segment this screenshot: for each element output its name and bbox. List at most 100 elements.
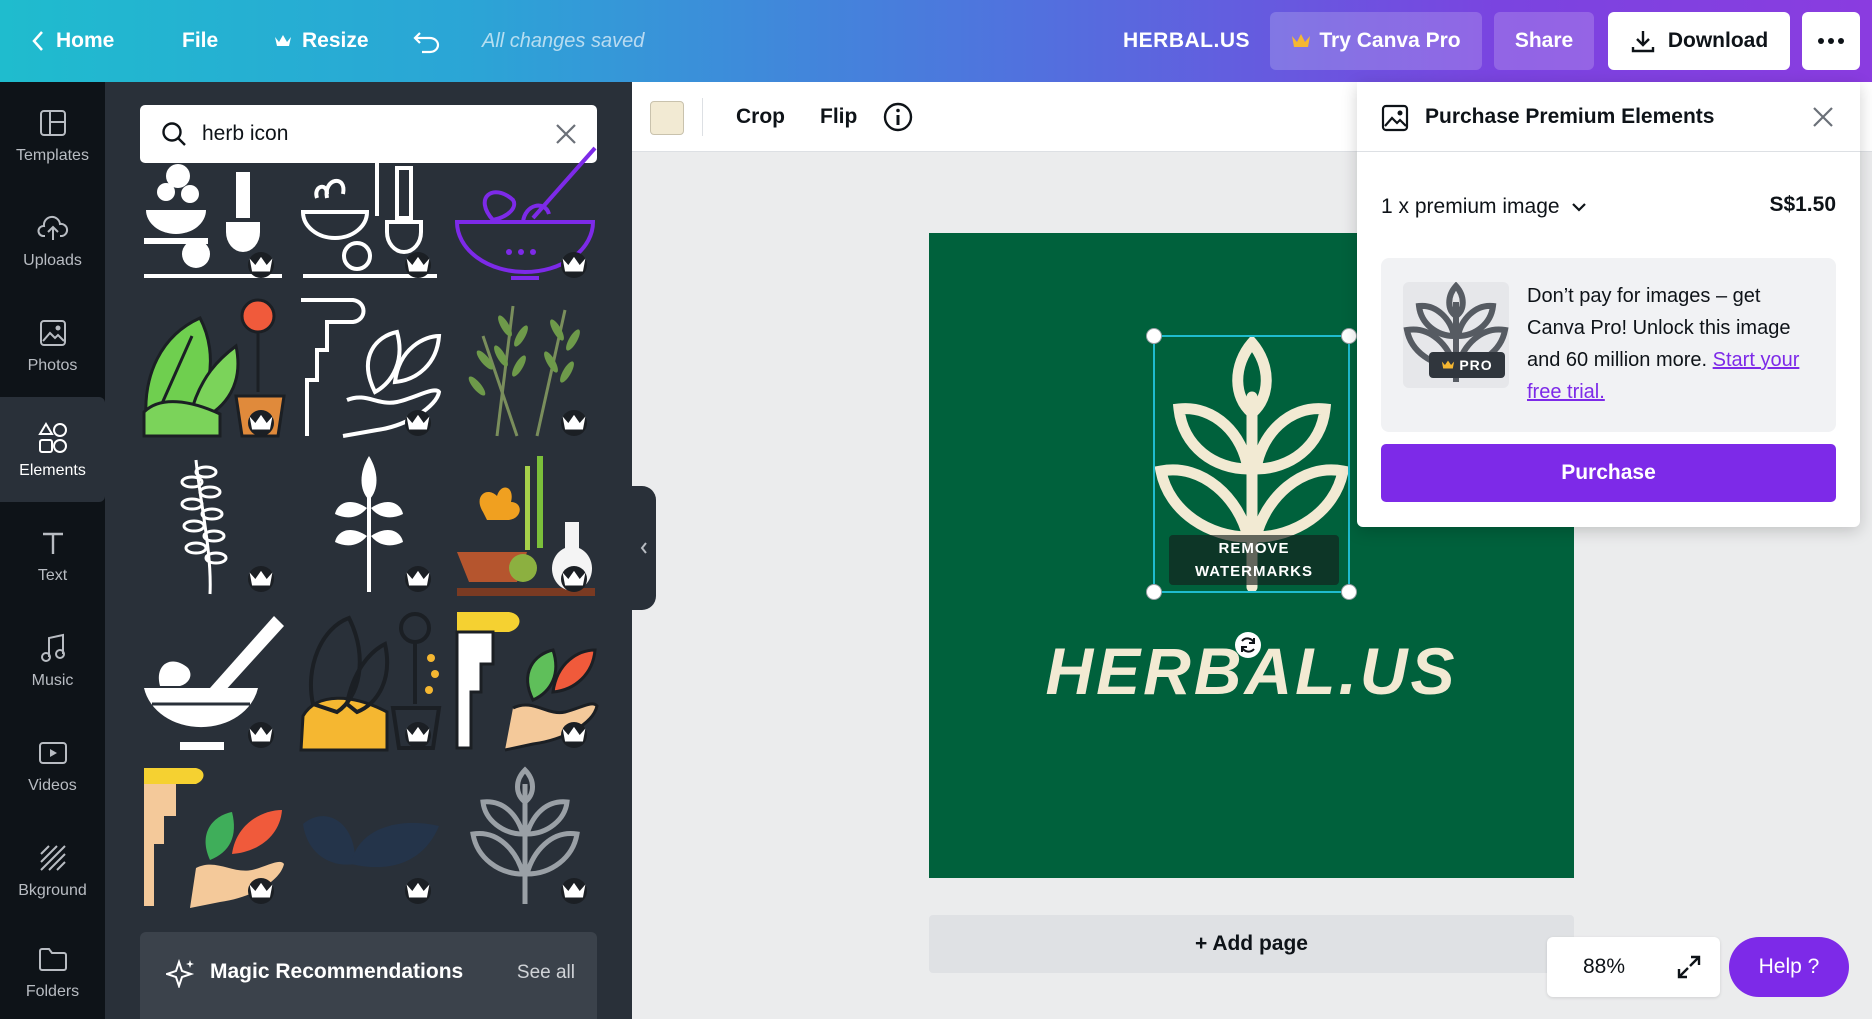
element-herbal-mortar-white[interactable]	[140, 138, 286, 284]
folder-icon	[38, 941, 68, 977]
element-rosemary-green[interactable]	[453, 296, 599, 442]
info-icon	[883, 102, 913, 132]
quantity-label: 1 x premium image	[1381, 195, 1560, 218]
elements-icon	[37, 420, 69, 456]
file-label: File	[182, 29, 219, 52]
close-icon[interactable]	[1812, 106, 1834, 133]
premium-crown-icon	[561, 566, 587, 592]
rail-label: Text	[37, 566, 68, 584]
element-mortar-pestle-white[interactable]	[140, 608, 286, 754]
purchase-popover: Purchase Premium Elements 1 x premium im…	[1357, 82, 1860, 527]
see-all-link[interactable]: See all	[517, 962, 575, 984]
help-button[interactable]: Help ?	[1729, 937, 1849, 997]
premium-crown-icon	[561, 878, 587, 904]
rotate-handle[interactable]	[1235, 632, 1261, 658]
element-herbs-pot-yellow[interactable]	[297, 608, 443, 754]
rail-item-elements[interactable]: Elements	[0, 397, 105, 502]
rail-label: Uploads	[23, 251, 82, 269]
zoom-level[interactable]: 88%	[1547, 937, 1661, 997]
image-icon	[1381, 104, 1409, 137]
element-herb-hand-outline[interactable]	[297, 296, 443, 442]
resize-handle-top-left[interactable]	[1146, 328, 1162, 344]
purchase-button[interactable]: Purchase	[1381, 444, 1836, 502]
premium-crown-icon	[248, 722, 274, 748]
rail-label: Bkground	[18, 881, 87, 899]
popover-header: Purchase Premium Elements	[1357, 82, 1860, 152]
flip-button[interactable]: Flip	[820, 82, 857, 152]
element-leaf-sprig-white[interactable]	[297, 452, 443, 598]
magic-title: Magic Recommendations	[210, 960, 464, 983]
add-page-button[interactable]: + Add page	[929, 915, 1574, 973]
element-herbal-mortar-outline[interactable]	[297, 138, 443, 284]
left-rail: Templates Uploads Photos Elements Text M…	[0, 82, 105, 1019]
premium-crown-icon	[248, 410, 274, 436]
download-icon	[1631, 31, 1655, 53]
rail-label: Folders	[25, 982, 80, 1000]
pro-badge-label: PRO	[1459, 357, 1493, 373]
download-label: Download	[1667, 29, 1769, 52]
fullscreen-icon[interactable]	[1675, 953, 1703, 986]
text-icon	[39, 525, 67, 561]
resize-handle-bottom-left[interactable]	[1146, 584, 1162, 600]
info-button[interactable]	[882, 82, 914, 152]
element-potted-herbs-color[interactable]	[140, 296, 286, 442]
crown-icon	[1442, 360, 1455, 369]
popover-title: Purchase Premium Elements	[1425, 105, 1715, 128]
resize-label: Resize	[302, 29, 369, 52]
rail-item-templates[interactable]: Templates	[0, 82, 105, 187]
element-herb-bottle-color[interactable]	[453, 452, 599, 598]
premium-crown-icon	[405, 878, 431, 904]
rail-item-uploads[interactable]: Uploads	[0, 187, 105, 292]
home-label: Home	[56, 29, 115, 52]
rail-item-background[interactable]: Bkground	[0, 817, 105, 922]
rail-item-folders[interactable]: Folders	[0, 922, 105, 1019]
background-icon	[39, 840, 67, 876]
watermark-line-2: WATERMARKS	[1194, 563, 1314, 580]
rail-item-music[interactable]: Music	[0, 607, 105, 712]
file-menu-button[interactable]: File	[182, 0, 218, 82]
selected-element-frame[interactable]: REMOVE WATERMARKS	[1146, 328, 1357, 600]
rail-item-videos[interactable]: Videos	[0, 712, 105, 817]
download-button[interactable]: Download	[1608, 12, 1790, 70]
crop-button[interactable]: Crop	[736, 82, 785, 152]
rail-item-text[interactable]: Text	[0, 502, 105, 607]
rail-item-photos[interactable]: Photos	[0, 292, 105, 397]
premium-crown-icon	[248, 878, 274, 904]
element-face-herb-hand-color[interactable]	[453, 608, 599, 754]
save-status: All changes saved	[482, 29, 645, 52]
rail-label: Elements	[19, 461, 86, 479]
resize-handle-top-right[interactable]	[1341, 328, 1357, 344]
premium-crown-icon	[561, 252, 587, 278]
premium-crown-icon	[405, 410, 431, 436]
templates-icon	[39, 105, 67, 141]
element-fern-sprig-white[interactable]	[140, 452, 286, 598]
rotate-icon	[1241, 637, 1255, 653]
rail-label: Templates	[16, 146, 89, 164]
resize-handle-bottom-right[interactable]	[1341, 584, 1357, 600]
premium-crown-icon	[405, 566, 431, 592]
upload-icon	[36, 210, 69, 246]
element-herb-branch-gray[interactable]	[453, 764, 599, 910]
price: S$1.50	[1769, 193, 1836, 216]
resize-button[interactable]: Resize	[274, 0, 369, 82]
premium-crown-icon	[405, 722, 431, 748]
element-leaves-navy[interactable]	[297, 764, 443, 910]
share-button[interactable]: Share	[1494, 12, 1594, 70]
premium-crown-icon	[248, 566, 274, 592]
element-face-herb-flat[interactable]	[140, 764, 286, 910]
element-mortar-pestle-purple[interactable]	[453, 138, 599, 284]
color-swatch[interactable]	[650, 101, 684, 135]
remove-watermarks-badge[interactable]: REMOVE WATERMARKS	[1169, 535, 1339, 585]
undo-button[interactable]	[412, 0, 452, 82]
more-options-button[interactable]	[1802, 12, 1860, 70]
quantity-dropdown[interactable]: 1 x premium image	[1381, 195, 1588, 219]
pro-promo-card: PRO Don’t pay for images – get Canva Pro…	[1381, 258, 1836, 432]
document-title[interactable]: HERBAL.US	[1123, 0, 1250, 82]
home-button[interactable]: Home	[30, 0, 114, 82]
collapse-panel-button[interactable]	[632, 486, 656, 610]
undo-icon	[413, 32, 440, 54]
share-label: Share	[1514, 29, 1574, 52]
try-canva-pro-button[interactable]: Try Canva Pro	[1270, 12, 1482, 70]
video-icon	[38, 735, 68, 771]
sparkle-icon	[163, 958, 196, 993]
